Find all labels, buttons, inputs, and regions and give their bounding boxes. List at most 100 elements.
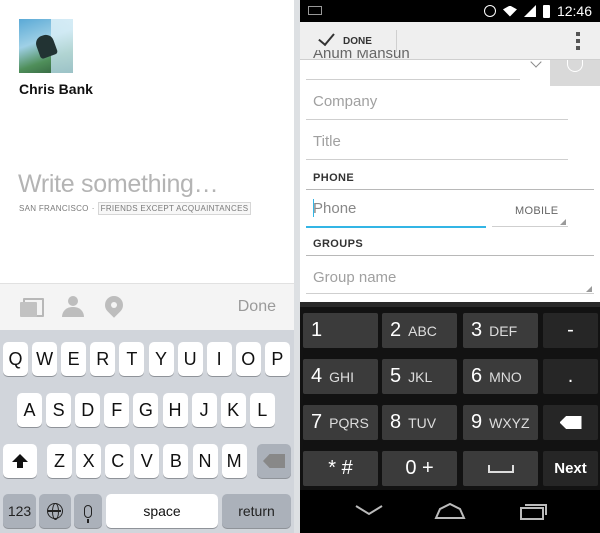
key-q[interactable]: Q xyxy=(3,342,28,376)
key-letters: WXYZ xyxy=(489,414,530,431)
company-field[interactable]: Company xyxy=(313,93,377,110)
key-s[interactable]: S xyxy=(46,393,72,427)
shift-key[interactable] xyxy=(3,444,37,478)
phone-input[interactable]: Phone xyxy=(313,200,356,217)
key-k[interactable]: K xyxy=(220,393,246,427)
group-spinner-corner-icon xyxy=(586,286,592,292)
backspace-key[interactable] xyxy=(257,444,291,478)
return-key[interactable]: return xyxy=(222,494,291,528)
keypad-key[interactable]: 1 xyxy=(303,313,378,348)
key-v[interactable]: V xyxy=(134,444,160,478)
numbers-key[interactable]: 123 xyxy=(3,494,36,528)
done-button[interactable]: Done xyxy=(238,298,276,316)
key-u[interactable]: U xyxy=(177,342,203,376)
right-screen-android: 12:46 DONE Anum Mansun Company Title PHO… xyxy=(300,0,600,533)
person-icon[interactable] xyxy=(60,296,86,318)
key-n[interactable]: N xyxy=(192,444,218,478)
overflow-menu-icon[interactable] xyxy=(576,32,580,50)
key-d[interactable]: D xyxy=(75,393,101,427)
back-icon[interactable] xyxy=(354,502,384,518)
battery-icon xyxy=(542,4,550,18)
key-a[interactable]: A xyxy=(17,393,42,427)
key-g[interactable]: G xyxy=(133,393,159,427)
key-number: 8 xyxy=(390,411,402,433)
mic-icon xyxy=(84,504,92,523)
action-separator xyxy=(396,30,397,52)
key-c[interactable]: C xyxy=(105,444,131,478)
post-input[interactable]: Write something… xyxy=(18,170,219,199)
globe-icon xyxy=(47,503,63,520)
key-b[interactable]: B xyxy=(163,444,189,478)
name-field[interactable]: Anum Mansun xyxy=(313,50,410,64)
status-bar: 12:46 xyxy=(300,0,600,22)
keypad-key[interactable]: 0 + xyxy=(382,451,457,486)
alarm-icon xyxy=(483,5,496,17)
key-number: 7 xyxy=(311,411,323,433)
done-button-android[interactable]: DONE xyxy=(343,36,372,47)
next-key[interactable]: Next xyxy=(543,451,598,486)
android-keyboard: 1 2 ABC 3 DEF - 4 GHI 5 JKL 6 MNO. 7 PQRS 8 TUV 9 WXYZ * #… xyxy=(300,302,600,490)
key-r[interactable]: R xyxy=(90,342,116,376)
company-underline xyxy=(306,119,568,120)
keypad-key[interactable]: * # xyxy=(303,451,378,486)
key-number: 3 xyxy=(471,319,483,341)
group-name-field[interactable]: Group name xyxy=(313,269,396,286)
key-h[interactable]: H xyxy=(162,393,188,427)
phone-section-line xyxy=(306,189,594,190)
key-m[interactable]: M xyxy=(221,444,247,478)
contact-photo[interactable] xyxy=(550,60,600,86)
key-l[interactable]: L xyxy=(249,393,275,427)
space-icon xyxy=(487,464,514,473)
keypad-key[interactable]: 8 TUV xyxy=(382,405,457,440)
key-number: 4 xyxy=(311,365,323,387)
photos-icon[interactable] xyxy=(18,296,44,318)
key-w[interactable]: W xyxy=(32,342,58,376)
keypad-key[interactable]: 6 MNO xyxy=(463,359,538,394)
key-f[interactable]: F xyxy=(104,393,130,427)
check-icon[interactable] xyxy=(314,32,332,46)
keypad-key[interactable]: 9 WXYZ xyxy=(463,405,538,440)
status-time: 12:46 xyxy=(556,3,592,19)
keypad-key[interactable]: 5 JKL xyxy=(382,359,457,394)
key-x[interactable]: X xyxy=(76,444,102,478)
title-field[interactable]: Title xyxy=(313,133,341,150)
key-j[interactable]: J xyxy=(191,393,217,427)
key-letters: TUV xyxy=(408,414,437,431)
key-p[interactable]: P xyxy=(264,342,290,376)
navigation-bar xyxy=(300,490,600,533)
keypad-key[interactable]: - xyxy=(543,313,598,348)
key-t[interactable]: T xyxy=(119,342,145,376)
home-icon[interactable] xyxy=(434,502,466,520)
keypad-key[interactable]: 2 ABC xyxy=(382,313,457,348)
location-label[interactable]: SAN FRANCISCO xyxy=(19,204,89,213)
backspace-icon xyxy=(263,454,285,468)
phone-type-underline xyxy=(492,226,568,227)
space-key[interactable]: space xyxy=(106,494,218,528)
left-screen-ios: Chris Bank Write something… SAN FRANCISC… xyxy=(0,0,294,533)
delete-key[interactable] xyxy=(543,405,598,440)
keypad-key[interactable]: 4 GHI xyxy=(303,359,378,394)
dictation-key[interactable] xyxy=(74,494,102,528)
key-z[interactable]: Z xyxy=(47,444,72,478)
key-number: 5 xyxy=(390,365,402,387)
phone-type-spinner[interactable]: MOBILE xyxy=(515,205,558,217)
key-o[interactable]: O xyxy=(235,342,261,376)
key-number: * # xyxy=(328,457,353,479)
space-key-android[interactable] xyxy=(463,451,538,486)
keypad-key[interactable]: . xyxy=(543,359,598,394)
meta-separator: · xyxy=(91,204,95,213)
phone-focus-underline xyxy=(306,226,486,228)
globe-key[interactable] xyxy=(39,494,71,528)
keypad-key[interactable]: 3 DEF xyxy=(463,313,538,348)
audience-selector[interactable]: FRIENDS EXCEPT ACQUAINTANCES xyxy=(97,202,252,215)
place-icon[interactable] xyxy=(101,296,127,318)
groups-section-line xyxy=(306,255,594,256)
keypad-key[interactable]: 7 PQRS xyxy=(303,405,378,440)
key-y[interactable]: Y xyxy=(148,342,174,376)
key-e[interactable]: E xyxy=(61,342,87,376)
keyboard-status-icon xyxy=(308,6,322,15)
recents-icon[interactable] xyxy=(518,500,550,522)
key-letters: PQRS xyxy=(329,414,369,431)
name-underline xyxy=(306,79,520,80)
key-i[interactable]: I xyxy=(206,342,232,376)
